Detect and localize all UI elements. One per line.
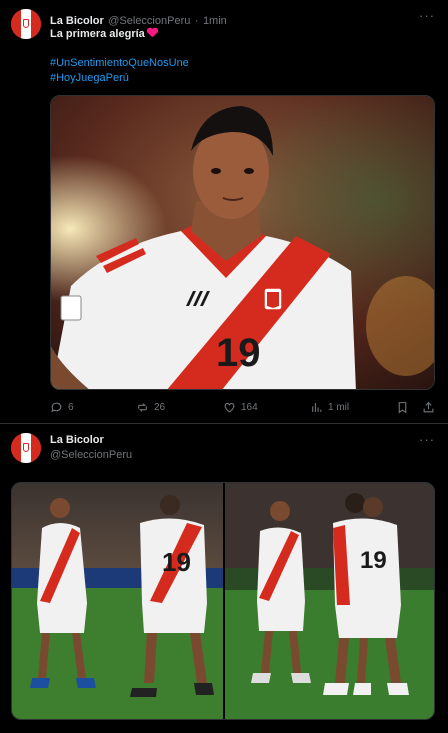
share-button[interactable]: [422, 399, 435, 415]
crest-icon: [23, 19, 29, 28]
jersey-number: 19: [360, 547, 387, 574]
views-button[interactable]: 1 mil: [310, 399, 349, 415]
action-bar: 6 26 164 1 mil: [50, 399, 435, 415]
hashtag-link[interactable]: #UnSentimientoQueNosUne: [50, 57, 189, 69]
hashtag-link[interactable]: #HoyJuegaPerú: [50, 72, 129, 84]
author-handle[interactable]: @SeleccionPeru: [50, 449, 132, 461]
timestamp[interactable]: 1min: [203, 15, 227, 27]
bookmark-icon: [398, 401, 407, 413]
crest-icon: [23, 443, 29, 452]
author-handle[interactable]: @SeleccionPeru: [108, 15, 190, 27]
player-photo: 19: [51, 96, 434, 389]
more-options-icon[interactable]: ···: [419, 8, 435, 23]
flag-stripe-left: [11, 433, 21, 463]
reply-button[interactable]: 6: [50, 399, 74, 415]
repost-button[interactable]: 26: [136, 399, 165, 415]
tweet-header: La Bicolor @SeleccionPeru · 1min: [50, 11, 227, 29]
repost-count: 26: [154, 401, 166, 413]
flag-stripe-right: [31, 9, 41, 39]
jersey-number: 19: [162, 547, 191, 577]
share-icon: [423, 401, 434, 412]
tweet-text: La primera alegría: [50, 28, 158, 40]
separator-dot: ·: [194, 15, 199, 27]
jersey-number: 19: [216, 331, 261, 375]
avatar[interactable]: [11, 9, 41, 39]
reply-count: 6: [68, 401, 74, 413]
like-icon: [224, 402, 235, 412]
reply-icon: [51, 402, 62, 412]
author-name[interactable]: La Bicolor: [50, 15, 104, 27]
flag-stripe-left: [11, 9, 21, 39]
celebration-photo-right[interactable]: 19: [225, 483, 435, 720]
flag-stripe-right: [31, 433, 41, 463]
views-icon: [312, 402, 322, 412]
tweet-1[interactable]: La Bicolor @SeleccionPeru · 1min ··· La …: [0, 0, 448, 424]
celebration-photo-left[interactable]: 19: [12, 483, 223, 720]
tweet-text-content: La primera alegría: [50, 28, 145, 40]
tweet-photo[interactable]: 19: [50, 95, 435, 390]
views-count: 1 mil: [328, 401, 350, 413]
bookmark-button[interactable]: [396, 399, 409, 415]
repost-icon: [138, 402, 147, 412]
like-count: 164: [241, 401, 258, 413]
heart-emoji-icon: [147, 28, 158, 38]
avatar[interactable]: [11, 433, 41, 463]
like-button[interactable]: 164: [223, 399, 258, 415]
tweet-photo-grid: 19 19: [11, 482, 435, 720]
author-name[interactable]: La Bicolor: [50, 434, 104, 446]
tweet-2[interactable]: La Bicolor @SeleccionPeru ··· 19 19: [0, 424, 448, 733]
more-options-icon[interactable]: ···: [419, 432, 435, 447]
